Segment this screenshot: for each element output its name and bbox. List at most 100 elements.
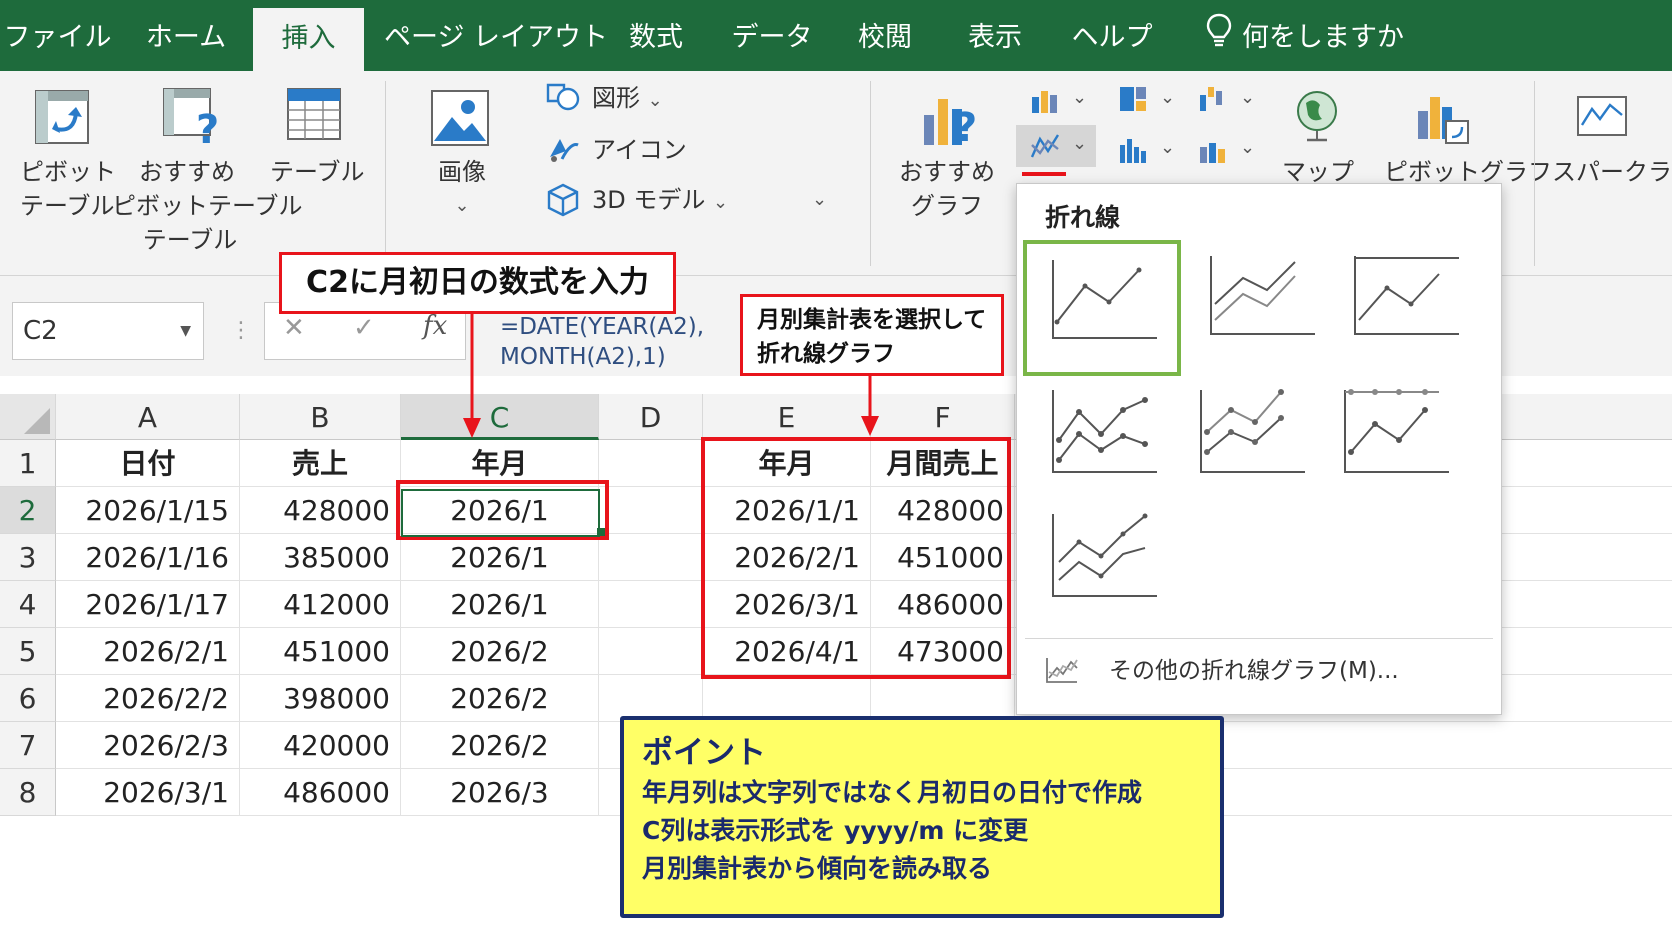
- date-cell[interactable]: 2026/2/3: [56, 722, 240, 769]
- chevron-down-icon[interactable]: ⌄: [812, 183, 827, 217]
- row-header[interactable]: 1: [0, 440, 56, 487]
- recommended-charts-label[interactable]: おすすめ グラフ: [895, 155, 999, 223]
- sparklines-label[interactable]: スパークライン: [1552, 155, 1672, 189]
- column-header-d[interactable]: D: [599, 394, 703, 440]
- tab-home[interactable]: ホーム: [132, 0, 240, 71]
- tab-insert[interactable]: 挿入: [253, 8, 364, 71]
- empty-cell[interactable]: [599, 487, 703, 534]
- month-cell[interactable]: 2026/2: [401, 628, 599, 675]
- row-header[interactable]: 8: [0, 769, 56, 816]
- table-label[interactable]: テーブル: [270, 155, 365, 189]
- line-chart-button[interactable]: ⌄: [1016, 125, 1096, 167]
- header-cell-sales[interactable]: 売上: [240, 440, 401, 487]
- column-header-f[interactable]: F: [871, 394, 1015, 440]
- column-header-b[interactable]: B: [240, 394, 401, 440]
- tab-page-layout[interactable]: ページ レイアウト: [384, 0, 608, 71]
- table-icon[interactable]: [286, 87, 344, 149]
- column-header-c[interactable]: C: [401, 394, 599, 440]
- empty-cell[interactable]: [599, 534, 703, 581]
- sales-cell[interactable]: 451000: [240, 628, 401, 675]
- empty-cell[interactable]: [871, 675, 1015, 722]
- tab-file[interactable]: ファイル: [0, 0, 115, 71]
- row-header[interactable]: 2: [0, 487, 56, 534]
- row-header[interactable]: 6: [0, 675, 56, 722]
- sales-cell[interactable]: 385000: [240, 534, 401, 581]
- date-cell[interactable]: 2026/2/2: [56, 675, 240, 722]
- map-globe-icon[interactable]: [1292, 89, 1342, 147]
- month-cell[interactable]: 2026/3: [401, 769, 599, 816]
- percent-stacked-line-chart-option[interactable]: [1329, 244, 1479, 370]
- sales-cell[interactable]: 398000: [240, 675, 401, 722]
- row-header[interactable]: 5: [0, 628, 56, 675]
- month-cell[interactable]: 2026/2: [401, 675, 599, 722]
- insert-function-icon[interactable]: fx: [423, 311, 447, 341]
- recommended-pivot-label[interactable]: おすすめ ピボットテーブル: [112, 155, 303, 223]
- row-header[interactable]: 4: [0, 581, 56, 628]
- tab-formulas[interactable]: 数式: [612, 0, 700, 71]
- image-label[interactable]: 画像: [420, 155, 504, 189]
- pivot-table-label[interactable]: ピボット テーブル: [20, 155, 116, 223]
- 3d-models-icon[interactable]: [546, 183, 580, 221]
- select-all-corner[interactable]: [0, 394, 56, 440]
- chevron-down-icon[interactable]: ⌄: [1240, 81, 1255, 115]
- tab-help[interactable]: ヘルプ: [1060, 0, 1164, 71]
- stacked-line-markers-option[interactable]: [1185, 380, 1335, 506]
- chevron-down-icon[interactable]: ⌄: [452, 189, 472, 223]
- row-header[interactable]: 7: [0, 722, 56, 769]
- pivot-chart-icon[interactable]: [1414, 87, 1472, 151]
- chevron-down-icon[interactable]: ⌄: [1072, 81, 1087, 115]
- enter-icon[interactable]: ✓: [353, 313, 375, 343]
- shapes-icon[interactable]: [544, 81, 580, 117]
- cancel-icon[interactable]: ✕: [283, 313, 305, 343]
- empty-cell[interactable]: [703, 675, 871, 722]
- name-box[interactable]: C2 ▼: [12, 302, 204, 360]
- stacked-line-chart-option[interactable]: [1185, 244, 1335, 370]
- empty-cell[interactable]: [599, 675, 703, 722]
- formula-input[interactable]: =DATE(YEAR(A2), MONTH(A2),1): [500, 312, 704, 372]
- date-cell[interactable]: 2026/3/1: [56, 769, 240, 816]
- percent-stacked-markers-option[interactable]: [1329, 380, 1479, 506]
- date-cell[interactable]: 2026/1/15: [56, 487, 240, 534]
- tell-me-search[interactable]: 何をしますか: [1200, 0, 1410, 71]
- date-cell[interactable]: 2026/2/1: [56, 628, 240, 675]
- statistic-chart-icon[interactable]: [1118, 137, 1148, 167]
- chevron-down-icon[interactable]: ⌄: [1160, 81, 1175, 115]
- shapes-button[interactable]: 図形 ⌄: [592, 81, 663, 118]
- recommended-charts-icon[interactable]: ?: [920, 85, 986, 155]
- header-cell-date[interactable]: 日付: [56, 440, 240, 487]
- more-line-charts-item[interactable]: その他の折れ線グラフ(M)...: [1109, 654, 1399, 688]
- month-cell[interactable]: 2026/1: [401, 581, 599, 628]
- date-cell[interactable]: 2026/1/17: [56, 581, 240, 628]
- icons-icon[interactable]: [544, 133, 580, 167]
- month-cell[interactable]: 2026/2: [401, 722, 599, 769]
- image-icon[interactable]: [430, 89, 490, 153]
- tab-data[interactable]: データ: [722, 0, 822, 71]
- hierarchy-chart-icon[interactable]: [1118, 85, 1148, 117]
- chevron-down-icon[interactable]: ⌄: [1240, 131, 1255, 165]
- combo-chart-icon[interactable]: [1198, 137, 1228, 167]
- empty-cell[interactable]: [599, 581, 703, 628]
- 3d-line-chart-option[interactable]: [1037, 504, 1187, 630]
- empty-cell[interactable]: [599, 628, 703, 675]
- sales-cell[interactable]: 420000: [240, 722, 401, 769]
- line-chart-option[interactable]: [1023, 240, 1181, 376]
- column-chart-icon[interactable]: [1030, 87, 1060, 117]
- icons-button[interactable]: アイコン: [592, 133, 687, 167]
- date-cell[interactable]: 2026/1/16: [56, 534, 240, 581]
- pivot-table-icon[interactable]: [34, 89, 92, 151]
- row-header[interactable]: 3: [0, 534, 56, 581]
- chevron-down-icon[interactable]: ⌄: [1160, 131, 1175, 165]
- chevron-down-icon[interactable]: ▼: [180, 303, 191, 359]
- 3d-models-button[interactable]: 3D モデル ⌄: [592, 183, 728, 220]
- sales-cell[interactable]: 428000: [240, 487, 401, 534]
- empty-cell[interactable]: [599, 440, 703, 487]
- sales-cell[interactable]: 486000: [240, 769, 401, 816]
- tab-review[interactable]: 校閲: [840, 0, 930, 71]
- column-header-e[interactable]: E: [703, 394, 871, 440]
- sales-cell[interactable]: 412000: [240, 581, 401, 628]
- month-cell[interactable]: 2026/1: [401, 534, 599, 581]
- waterfall-chart-icon[interactable]: [1198, 85, 1228, 117]
- column-header-a[interactable]: A: [56, 394, 240, 440]
- line-with-markers-option[interactable]: [1037, 380, 1187, 506]
- tab-view[interactable]: 表示: [950, 0, 1040, 71]
